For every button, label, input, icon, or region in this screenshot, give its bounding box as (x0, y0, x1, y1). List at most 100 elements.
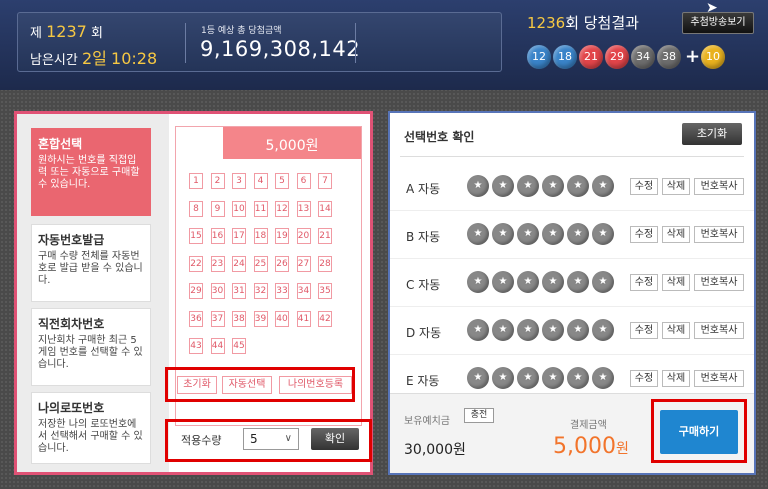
delete-button[interactable]: 삭제 (662, 370, 690, 387)
number-cell-3[interactable]: 3 (232, 173, 246, 189)
number-cell-44[interactable]: 44 (210, 338, 225, 354)
number-cell-22[interactable]: 22 (189, 255, 203, 272)
tab-description: 구매 수량 전체를 자동번호로 발급 받을 수 있습니다. (38, 251, 143, 286)
header-bar: 제 1237 회 남은시간 2일 10:28 1등 예상 총 당첨금액 9,16… (0, 0, 768, 90)
copy-number-button[interactable]: 번호복사 (694, 370, 744, 387)
edit-button[interactable]: 수정 (630, 226, 658, 243)
number-cell-11[interactable]: 11 (253, 200, 268, 217)
star-ball-icon: ★ (592, 175, 614, 197)
bonus-ball: 10 (701, 45, 725, 69)
number-cell-18[interactable]: 18 (253, 228, 268, 244)
number-cell-7[interactable]: 7 (318, 173, 332, 189)
delete-button[interactable]: 삭제 (662, 226, 690, 243)
tab-3[interactable]: 직전회차번호 지난회차 구매한 최근 5게임 번호를 선택할 수 있습니다. (31, 308, 151, 386)
star-ball-icon: ★ (542, 223, 564, 245)
tab-description: 원하시는 번호를 직접입력 또는 자동으로 구매할 수 있습니다. (38, 155, 140, 190)
edit-button[interactable]: 수정 (630, 370, 658, 387)
number-cell-19[interactable]: 19 (275, 228, 289, 244)
selection-row: C 자동 ★ ★ ★ ★ ★ ★ 수정 삭제 번호복사 (390, 259, 754, 307)
edit-button[interactable]: 수정 (630, 274, 658, 291)
number-cell-26[interactable]: 26 (275, 255, 289, 272)
number-cell-4[interactable]: 4 (253, 173, 268, 189)
number-cell-43[interactable]: 43 (189, 338, 203, 354)
delete-button[interactable]: 삭제 (662, 178, 690, 195)
number-cell-34[interactable]: 34 (296, 283, 311, 299)
tab-2[interactable]: 자동번호발급 구매 수량 전체를 자동번호로 발급 받을 수 있습니다. (31, 224, 151, 302)
number-cell-9[interactable]: 9 (210, 200, 225, 217)
delete-button[interactable]: 삭제 (662, 274, 690, 291)
number-cell-33[interactable]: 33 (275, 283, 289, 299)
tab-4[interactable]: 나의로또번호 저장한 나의 로또번호에서 선택해서 구매할 수 있습니다. (31, 392, 151, 464)
star-ball-icon: ★ (567, 271, 589, 293)
copy-number-button[interactable]: 번호복사 (694, 274, 744, 291)
number-cell-42[interactable]: 42 (318, 310, 332, 327)
number-cell-31[interactable]: 31 (232, 283, 246, 299)
edit-button[interactable]: 수정 (630, 178, 658, 195)
number-cell-14[interactable]: 14 (318, 200, 332, 217)
tab-title: 나의로또번호 (38, 401, 105, 415)
number-cell-8[interactable]: 8 (189, 200, 203, 217)
star-ball-icon: ★ (567, 223, 589, 245)
number-cell-5[interactable]: 5 (275, 173, 289, 189)
round-suffix: 회 (90, 26, 103, 41)
number-cell-10[interactable]: 10 (232, 200, 246, 217)
apply-quantity-button[interactable]: 확인 (311, 428, 359, 450)
number-cell-37[interactable]: 37 (210, 310, 225, 327)
round-line: 제 1237 회 (30, 22, 103, 41)
edit-button[interactable]: 수정 (630, 322, 658, 339)
number-cell-12[interactable]: 12 (275, 200, 289, 217)
number-cell-21[interactable]: 21 (318, 228, 332, 244)
number-cell-25[interactable]: 25 (253, 255, 268, 272)
number-cell-24[interactable]: 24 (232, 255, 246, 272)
mouse-cursor-icon: ➤ (706, 0, 718, 16)
number-cell-20[interactable]: 20 (296, 228, 311, 244)
number-cell-15[interactable]: 15 (189, 228, 203, 244)
video-button[interactable]: 추첨방송보기 (682, 12, 754, 34)
pay-amount-value: 5,000 (553, 434, 616, 459)
deposit-label: 보유예치금 (404, 416, 450, 427)
copy-number-button[interactable]: 번호복사 (694, 322, 744, 339)
number-cell-27[interactable]: 27 (296, 255, 311, 272)
row-label: E 자동 (406, 374, 440, 388)
copy-number-button[interactable]: 번호복사 (694, 226, 744, 243)
number-cell-23[interactable]: 23 (210, 255, 225, 272)
number-cell-2[interactable]: 2 (210, 173, 225, 189)
number-cell-38[interactable]: 38 (232, 310, 246, 327)
number-cell-29[interactable]: 29 (189, 283, 203, 299)
number-cell-1[interactable]: 1 (189, 173, 203, 189)
plus-icon: + (685, 46, 701, 67)
slip-reset-button[interactable]: 초기화 (177, 376, 217, 394)
number-cell-35[interactable]: 35 (318, 283, 332, 299)
remaining-label: 남은시간 (30, 53, 78, 68)
number-cell-36[interactable]: 36 (189, 310, 203, 327)
number-cell-32[interactable]: 32 (253, 283, 268, 299)
confirm-reset-button[interactable]: 초기화 (682, 123, 742, 145)
delete-button[interactable]: 삭제 (662, 322, 690, 339)
my-number-register-button[interactable]: 나의번호등록 (279, 376, 352, 394)
copy-number-button[interactable]: 번호복사 (694, 178, 744, 195)
star-ball-icon: ★ (517, 223, 539, 245)
divider (355, 23, 356, 63)
row-label: D 자동 (406, 326, 442, 340)
number-cell-6[interactable]: 6 (296, 173, 311, 189)
quantity-select[interactable]: 5 ∨ (243, 428, 299, 450)
number-cell-40[interactable]: 40 (275, 310, 289, 327)
number-cell-17[interactable]: 17 (232, 228, 246, 244)
number-cell-39[interactable]: 39 (253, 310, 268, 327)
number-cell-45[interactable]: 45 (232, 338, 246, 354)
tab-1[interactable]: 혼합선택 원하시는 번호를 직접입력 또는 자동으로 구매할 수 있습니다. (31, 128, 151, 216)
deposit-amount: 30,000원 (404, 442, 466, 458)
star-ball-icon: ★ (517, 319, 539, 341)
number-cell-16[interactable]: 16 (210, 228, 225, 244)
auto-select-button[interactable]: 자동선택 (222, 376, 272, 394)
number-cell-28[interactable]: 28 (318, 255, 332, 272)
buy-button[interactable]: 구매하기 (660, 410, 738, 454)
charge-button[interactable]: 충전 (464, 408, 494, 423)
selection-tabs: 혼합선택 원하시는 번호를 직접입력 또는 자동으로 구매할 수 있습니다. 자동번… (17, 114, 169, 472)
number-cell-41[interactable]: 41 (296, 310, 311, 327)
selection-row: A 자동 ★ ★ ★ ★ ★ ★ 수정 삭제 번호복사 (390, 163, 754, 211)
number-cell-30[interactable]: 30 (210, 283, 225, 299)
star-ball-icon: ★ (467, 271, 489, 293)
confirm-title: 선택번호 확인 (404, 130, 475, 144)
number-cell-13[interactable]: 13 (296, 200, 311, 217)
